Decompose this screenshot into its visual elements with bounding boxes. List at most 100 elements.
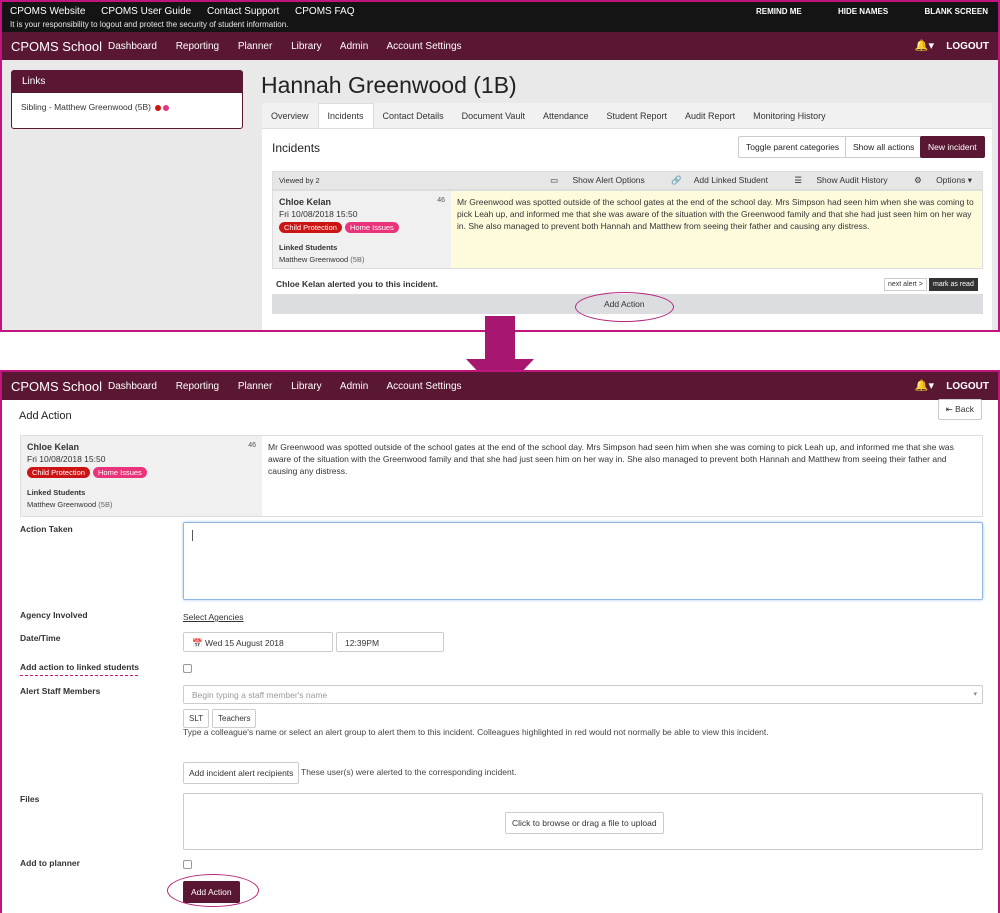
- tab-document-vault[interactable]: Document Vault: [453, 104, 534, 128]
- recipients-note: These user(s) were alerted to the corres…: [301, 767, 517, 777]
- remind-me-button[interactable]: REMIND ME: [756, 7, 802, 16]
- slt-group-button[interactable]: SLT: [183, 709, 210, 728]
- show-audit-history-button[interactable]: ☰ Show Audit History: [782, 175, 887, 185]
- incidents-heading: Incidents: [272, 141, 321, 155]
- highlight-circle: [575, 292, 674, 322]
- calendar-icon: 📅: [192, 638, 203, 648]
- tab-contact-details[interactable]: Contact Details: [374, 104, 453, 128]
- logout-button[interactable]: LOGOUT: [946, 41, 989, 52]
- student-tabs: Overview Incidents Contact Details Document…: [262, 103, 992, 129]
- top-utility-bar: CPOMS Website CPOMS User Guide Contact S…: [2, 2, 998, 32]
- security-notice: It is your responsibility to logout and …: [10, 20, 289, 29]
- alert-help-text: Type a colleague's name or select an ale…: [183, 727, 769, 737]
- link-icon: 🔗: [671, 175, 682, 185]
- home-issues-badge: Home Issues: [345, 222, 399, 233]
- bell-icon[interactable]: 🔔▾: [915, 39, 934, 52]
- planner-checkbox[interactable]: [183, 860, 192, 869]
- blank-screen-button[interactable]: BLANK SCREEN: [924, 7, 988, 16]
- inbox-icon: ▭: [550, 175, 559, 185]
- alert-message: Chloe Kelan alerted you to this incident…: [276, 279, 438, 289]
- nav-account-settings[interactable]: Account Settings: [387, 41, 462, 52]
- linked-students-label: Linked Students: [279, 243, 338, 252]
- nav-admin[interactable]: Admin: [340, 41, 368, 52]
- chevron-down-icon: ▾: [928, 40, 934, 52]
- bell-icon[interactable]: 🔔▾: [915, 379, 934, 392]
- file-dropzone[interactable]: Click to browse or drag a file to upload: [183, 793, 983, 850]
- time-input[interactable]: 12:39PM: [336, 632, 444, 652]
- nav-account-settings[interactable]: Account Settings: [387, 381, 462, 392]
- date-input[interactable]: 📅 Wed 15 August 2018: [183, 632, 333, 652]
- next-alert-button[interactable]: next alert >: [884, 278, 927, 291]
- links-panel: Links Sibling - Matthew Greenwood (5B): [11, 70, 243, 129]
- list-icon: ☰: [794, 175, 802, 185]
- tab-student-report[interactable]: Student Report: [598, 104, 677, 128]
- linked-student[interactable]: Matthew Greenwood (5B): [279, 255, 445, 264]
- main-navbar: CPOMS School Dashboard Reporting Planner…: [2, 372, 998, 400]
- linked-student[interactable]: Matthew Greenwood (5B): [27, 500, 256, 509]
- nav-reporting[interactable]: Reporting: [176, 41, 219, 52]
- nav-dashboard[interactable]: Dashboard: [108, 41, 157, 52]
- nav-planner[interactable]: Planner: [238, 41, 272, 52]
- sibling-link[interactable]: Sibling - Matthew Greenwood (5B): [12, 93, 242, 121]
- linked-students-checkbox-label: Add action to linked students: [20, 662, 140, 672]
- incident-id: 46: [248, 442, 256, 449]
- incident-date: Fri 10/08/2018 15:50: [279, 209, 358, 219]
- options-dropdown[interactable]: ⚙ Options ▾: [902, 175, 972, 185]
- incident-author: Chloe Kelan: [279, 197, 332, 207]
- nav-planner[interactable]: Planner: [238, 381, 272, 392]
- incident-description: Mr Greenwood was spotted outside of the …: [262, 436, 982, 516]
- staff-search-select[interactable]: Begin typing a staff member's name ▾: [183, 685, 983, 704]
- select-agencies-link[interactable]: Select Agencies: [183, 612, 243, 622]
- incident-meta: Chloe Kelan Fri 10/08/2018 15:50 46 Chil…: [21, 436, 262, 516]
- datetime-label: Date/Time: [20, 633, 61, 643]
- nav-dashboard[interactable]: Dashboard: [108, 381, 157, 392]
- files-label: Files: [20, 794, 40, 804]
- logout-button[interactable]: LOGOUT: [946, 381, 989, 392]
- hide-names-button[interactable]: HIDE NAMES: [838, 7, 888, 16]
- alert-staff-label: Alert Staff Members: [20, 686, 101, 696]
- show-alert-options-button[interactable]: ▭ Show Alert Options: [538, 175, 645, 185]
- home-issues-badge: Home Issues: [93, 467, 147, 478]
- user-guide-link[interactable]: CPOMS User Guide: [101, 6, 191, 17]
- incident-meta: Chloe Kelan Fri 10/08/2018 15:50 46 Chil…: [273, 191, 451, 268]
- add-alert-recipients-button[interactable]: Add incident alert recipients: [183, 762, 300, 784]
- main-navbar: CPOMS School Dashboard Reporting Planner…: [2, 32, 998, 60]
- add-linked-student-button[interactable]: 🔗 Add Linked Student: [659, 175, 768, 185]
- brand-logo[interactable]: CPOMS School: [11, 39, 102, 54]
- links-panel-title: Links: [12, 71, 242, 93]
- add-action-screenshot: CPOMS School Dashboard Reporting Planner…: [0, 370, 1000, 913]
- mark-as-read-button[interactable]: mark as read: [929, 278, 978, 291]
- brand-logo[interactable]: CPOMS School: [11, 379, 102, 394]
- tab-monitoring-history[interactable]: Monitoring History: [744, 104, 835, 128]
- new-incident-button[interactable]: New incident: [920, 136, 985, 158]
- nav-admin[interactable]: Admin: [340, 381, 368, 392]
- highlight-underline: [20, 675, 138, 676]
- nav-library[interactable]: Library: [291, 381, 322, 392]
- nav-reporting[interactable]: Reporting: [176, 381, 219, 392]
- faq-link[interactable]: CPOMS FAQ: [295, 6, 354, 17]
- incidents-screenshot: CPOMS Website CPOMS User Guide Contact S…: [0, 0, 1000, 332]
- toggle-parent-categories-button[interactable]: Toggle parent categories: [738, 136, 848, 158]
- tab-attendance[interactable]: Attendance: [534, 104, 598, 128]
- nav-library[interactable]: Library: [291, 41, 322, 52]
- action-taken-textarea[interactable]: [183, 522, 983, 600]
- home-issues-dot-icon: [163, 104, 170, 111]
- cpoms-website-link[interactable]: CPOMS Website: [10, 6, 85, 17]
- back-button[interactable]: ⇤ Back: [937, 399, 982, 420]
- tab-audit-report[interactable]: Audit Report: [676, 104, 744, 128]
- tab-incidents[interactable]: Incidents: [317, 103, 374, 128]
- incident-description: Mr Greenwood was spotted outside of the …: [451, 191, 982, 268]
- contact-support-link[interactable]: Contact Support: [207, 6, 279, 17]
- show-all-actions-button[interactable]: Show all actions: [845, 136, 923, 158]
- incident-author: Chloe Kelan: [27, 442, 80, 452]
- arrow-left-icon: ⇤: [945, 404, 953, 414]
- upload-button[interactable]: Click to browse or drag a file to upload: [505, 812, 664, 834]
- teachers-group-button[interactable]: Teachers: [212, 709, 257, 728]
- incident-summary: Chloe Kelan Fri 10/08/2018 15:50 46 Chil…: [20, 435, 983, 517]
- tab-overview[interactable]: Overview: [262, 104, 318, 128]
- page-title: Hannah Greenwood (1B): [261, 72, 517, 98]
- incident-toolbar: Viewed by 2 ▭ Show Alert Options 🔗 Add Li…: [272, 171, 983, 190]
- child-protection-badge: Child Protection: [27, 467, 90, 478]
- child-protection-dot-icon: [155, 104, 162, 111]
- linked-students-checkbox[interactable]: [183, 664, 192, 673]
